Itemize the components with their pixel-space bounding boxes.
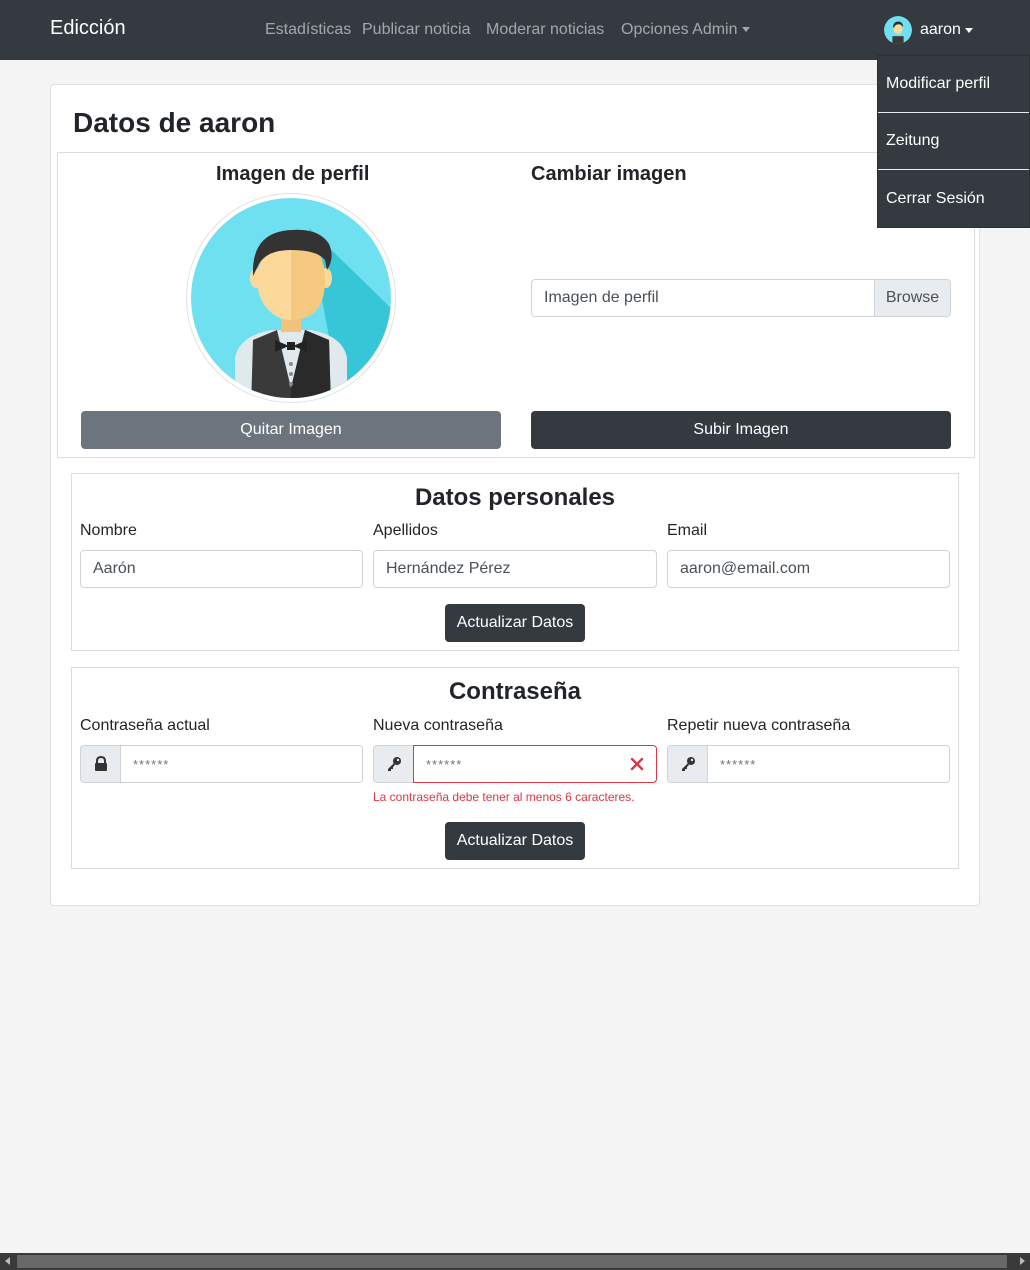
scroll-left-arrow-icon[interactable] bbox=[5, 1257, 10, 1265]
menu-item-cerrar-sesion[interactable]: Cerrar Sesión bbox=[878, 170, 1029, 227]
horizontal-scrollbar[interactable] bbox=[0, 1253, 1030, 1270]
menu-item-modificar-perfil[interactable]: Modificar perfil bbox=[878, 56, 1029, 113]
user-menu-toggle[interactable]: aaron bbox=[884, 16, 973, 44]
nav-link-publicar-noticia[interactable]: Publicar noticia bbox=[362, 21, 471, 39]
repeat-password-label: Repetir nueva contraseña bbox=[667, 717, 851, 734]
name-field[interactable]: Aarón bbox=[80, 550, 363, 588]
image-section: Imagen de perfil Cambiar imagen Imagen d… bbox=[57, 152, 975, 458]
caret-down-icon bbox=[964, 27, 973, 33]
update-password-button[interactable]: Actualizar Datos bbox=[445, 822, 585, 860]
surname-label: Apellidos bbox=[373, 522, 438, 539]
current-password-label: Contraseña actual bbox=[80, 717, 210, 734]
scroll-right-arrow-icon[interactable] bbox=[1020, 1257, 1025, 1265]
update-personal-button[interactable]: Actualizar Datos bbox=[445, 604, 585, 642]
current-password-group: ****** bbox=[80, 745, 363, 783]
user-avatar-icon bbox=[884, 16, 912, 44]
new-password-value: ****** bbox=[426, 756, 463, 772]
repeat-password-field[interactable]: ****** bbox=[707, 745, 950, 783]
surname-field[interactable]: Hernández Pérez bbox=[373, 550, 657, 588]
email-label: Email bbox=[667, 522, 708, 539]
scrollbar-thumb[interactable] bbox=[17, 1255, 1007, 1268]
new-password-error: La contraseña debe tener al menos 6 cara… bbox=[373, 790, 635, 804]
new-password-label: Nueva contraseña bbox=[373, 717, 503, 734]
user-name: aaron bbox=[920, 21, 961, 38]
waiter-avatar-icon bbox=[191, 198, 391, 398]
current-password-field[interactable]: ****** bbox=[120, 745, 363, 783]
name-label: Nombre bbox=[80, 522, 137, 539]
caret-down-icon bbox=[741, 27, 750, 33]
nav-link-moderar-noticias[interactable]: Moderar noticias bbox=[486, 21, 604, 39]
lock-icon bbox=[80, 745, 120, 783]
repeat-password-group: ****** bbox=[667, 745, 950, 783]
email-field[interactable]: aaron@email.com bbox=[667, 550, 950, 588]
personal-data-title: Datos personales bbox=[414, 484, 616, 511]
change-image-title: Cambiar imagen bbox=[531, 163, 687, 185]
profile-card: Datos de aaron Imagen de perfil Cambiar … bbox=[50, 84, 980, 906]
top-navbar: Edicción Estadísticas Publicar noticia M… bbox=[0, 0, 1030, 60]
nav-dropdown-opciones-admin[interactable]: Opciones Admin bbox=[621, 21, 750, 39]
key-icon bbox=[373, 745, 413, 783]
x-icon bbox=[630, 757, 644, 771]
user-dropdown-menu: Modificar perfil Zeitung Cerrar Sesión bbox=[877, 55, 1030, 228]
profile-avatar bbox=[186, 193, 396, 403]
brand-logo[interactable]: Edicción bbox=[50, 17, 126, 40]
password-section: Contraseña Contraseña actual ****** Nuev… bbox=[71, 667, 959, 869]
upload-image-button[interactable]: Subir Imagen bbox=[531, 411, 951, 449]
page-title: Datos de aaron bbox=[73, 107, 276, 138]
remove-image-button[interactable]: Quitar Imagen bbox=[81, 411, 501, 449]
file-input[interactable]: Imagen de perfil Browse bbox=[531, 279, 951, 317]
password-title: Contraseña bbox=[448, 678, 582, 705]
new-password-group: ****** bbox=[373, 745, 657, 783]
key-icon bbox=[667, 745, 707, 783]
browse-button[interactable]: Browse bbox=[874, 280, 950, 316]
new-password-field[interactable]: ****** bbox=[413, 745, 657, 783]
personal-data-section: Datos personales Nombre Aarón Apellidos … bbox=[71, 473, 959, 651]
nav-admin-label: Opciones Admin bbox=[621, 21, 738, 38]
menu-item-zeitung[interactable]: Zeitung bbox=[878, 113, 1029, 170]
nav-link-estadisticas[interactable]: Estadísticas bbox=[265, 21, 351, 39]
file-input-label: Imagen de perfil bbox=[544, 289, 659, 306]
profile-image-title: Imagen de perfil bbox=[216, 163, 370, 185]
